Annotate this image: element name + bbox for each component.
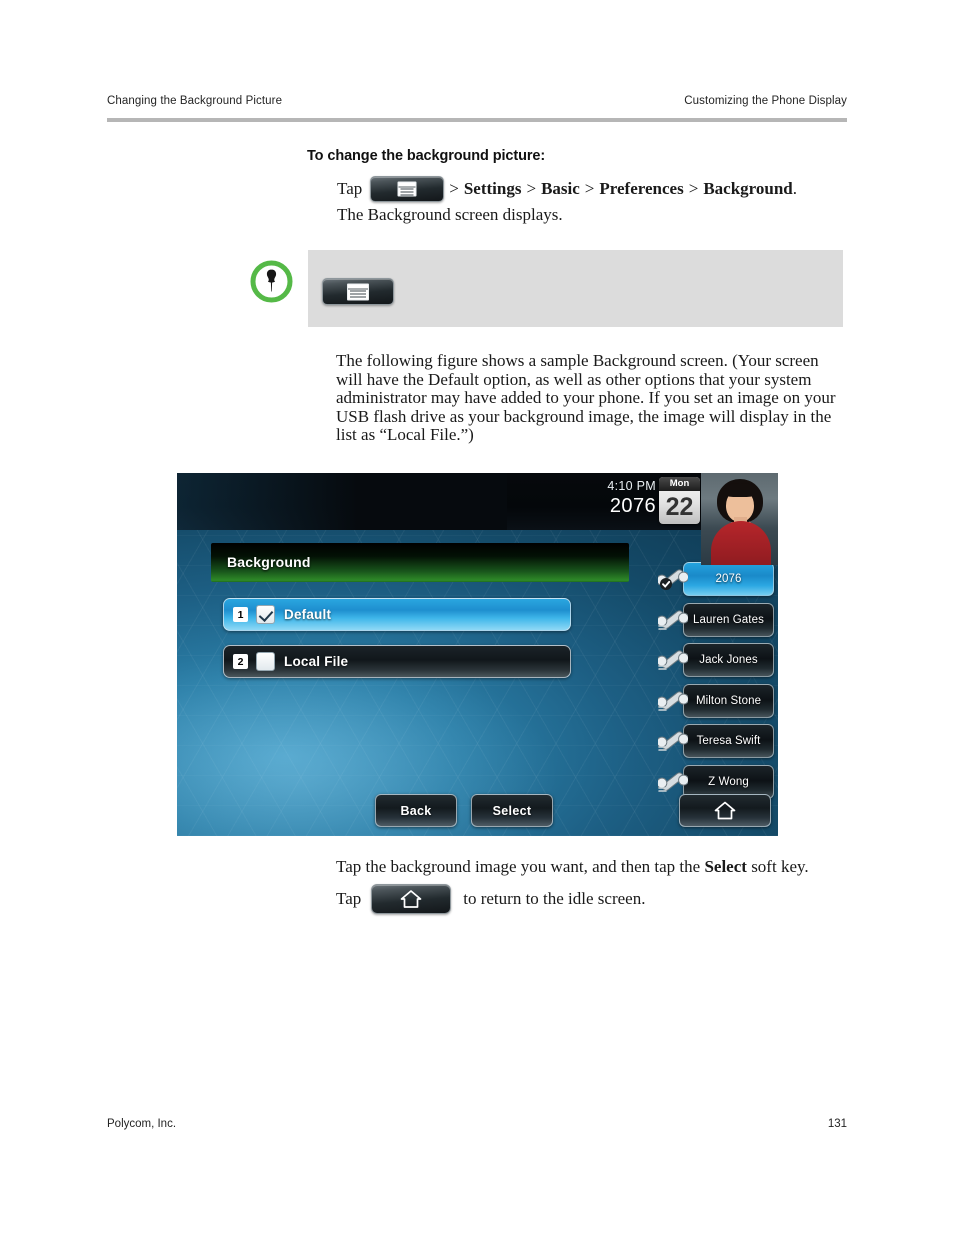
line-key-button[interactable]: Milton Stone xyxy=(683,683,774,718)
line-key-jack-jones[interactable]: Jack Jones xyxy=(656,643,778,677)
breadcrumb-separator-4: > xyxy=(688,179,699,198)
line-key-button[interactable]: Lauren Gates xyxy=(683,602,774,637)
calendar-icon: Mon 22 xyxy=(659,477,700,524)
calendar-weekday: Mon xyxy=(659,477,700,491)
select-button[interactable]: Select xyxy=(471,794,553,827)
handset-icon xyxy=(656,646,690,674)
breadcrumb-separator-2: > xyxy=(526,179,537,198)
soft-key-bar: Back Select xyxy=(177,794,778,830)
window-glyph-icon xyxy=(347,283,369,300)
list-item-label: Default xyxy=(284,607,332,622)
page-footer: Polycom, Inc. 131 xyxy=(107,1118,847,1130)
list-item-index: 2 xyxy=(233,654,248,669)
line-key-button[interactable]: Jack Jones xyxy=(683,643,774,677)
page-title: To change the background picture: xyxy=(307,148,546,164)
tap-label: Tap xyxy=(337,179,363,198)
breadcrumb-settings: Settings xyxy=(463,179,522,198)
breadcrumb-preferences: Preferences xyxy=(599,179,684,198)
breadcrumb-background: Background xyxy=(703,179,793,198)
home-key-icon[interactable] xyxy=(371,884,452,914)
body-paragraph: The following figure shows a sample Back… xyxy=(336,351,836,445)
line-key-teresa-swift[interactable]: Teresa Swift xyxy=(656,724,778,758)
header-right-title: Customizing the Phone Display xyxy=(684,95,847,107)
line-key-lauren-gates[interactable]: Lauren Gates xyxy=(656,602,778,637)
handset-registered-icon xyxy=(656,565,690,593)
menu-key-icon-note[interactable] xyxy=(322,278,394,305)
status-bar-gradient xyxy=(177,473,507,530)
checkbox-unchecked-icon[interactable] xyxy=(256,652,275,671)
header-divider xyxy=(107,118,847,122)
tap-label-2: Tap xyxy=(336,889,362,908)
screen-title-bar: Background xyxy=(211,543,629,582)
home-icon xyxy=(714,801,736,820)
back-button-label: Back xyxy=(400,803,432,818)
window-glyph-icon xyxy=(397,181,417,197)
line-key-label: Z Wong xyxy=(708,775,749,788)
phone-screen-figure: 4:10 PM 2076 Mon 22 Background 1 Default… xyxy=(177,473,778,836)
breadcrumb-period: . xyxy=(792,179,798,198)
closing-text-part1: Tap the background image you want, and t… xyxy=(336,857,705,876)
handset-icon xyxy=(656,727,690,755)
page-header: Changing the Background Picture Customiz… xyxy=(107,95,847,107)
calendar-day: 22 xyxy=(665,493,694,521)
navigation-path-line: Tap > Settings > Basic > Preferences > B… xyxy=(337,176,797,202)
checkbox-checked-icon[interactable] xyxy=(256,605,275,624)
status-extension: 2076 xyxy=(609,495,656,517)
breadcrumb-basic: Basic xyxy=(541,179,580,198)
list-item-index: 1 xyxy=(233,607,248,622)
page-number: 131 xyxy=(827,1118,847,1130)
closing-instruction-2: Tap to return to the idle screen. xyxy=(336,884,645,914)
footer-company: Polycom, Inc. xyxy=(107,1118,177,1130)
breadcrumb-separator-1: > xyxy=(449,179,459,198)
avatar xyxy=(701,473,778,565)
closing-instruction-1: Tap the background image you want, and t… xyxy=(336,857,809,877)
home-icon xyxy=(400,890,422,909)
line-key-label: Teresa Swift xyxy=(696,735,761,747)
handset-icon xyxy=(656,768,690,796)
line-key-milton-stone[interactable]: Milton Stone xyxy=(656,683,778,718)
line-key-2076[interactable]: 2076 xyxy=(656,562,778,596)
handset-icon xyxy=(656,606,690,634)
back-button[interactable]: Back xyxy=(375,794,457,827)
closing-select-bold: Select xyxy=(704,857,747,876)
line-key-column: 2076 Lauren Gates Jack Jones Milton Ston… xyxy=(656,562,778,805)
closing-text-part2: soft key. xyxy=(746,857,809,876)
list-item[interactable]: 2 Local File xyxy=(223,645,571,678)
screen-title-label: Background xyxy=(227,554,311,570)
list-item[interactable]: 1 Default xyxy=(223,598,571,631)
line-key-label: Milton Stone xyxy=(695,694,762,707)
line-key-label: 2076 xyxy=(715,573,742,585)
status-time: 4:10 PM xyxy=(607,479,656,493)
home-button[interactable] xyxy=(679,794,771,827)
line-key-button[interactable]: Teresa Swift xyxy=(683,724,774,758)
line-key-label: Lauren Gates xyxy=(693,613,764,626)
pushpin-icon xyxy=(249,259,294,304)
phone-status-bar: 4:10 PM 2076 Mon 22 xyxy=(177,473,778,530)
header-left-title: Changing the Background Picture xyxy=(107,95,283,107)
closing-text-rest: to return to the idle screen. xyxy=(463,889,646,908)
result-text: The Background screen displays. xyxy=(337,205,563,224)
select-button-label: Select xyxy=(492,803,532,818)
breadcrumb-separator-3: > xyxy=(584,179,595,198)
menu-key-icon[interactable] xyxy=(370,176,445,202)
list-item-label: Local File xyxy=(284,654,349,669)
handset-icon xyxy=(656,687,690,715)
line-key-button[interactable]: 2076 xyxy=(683,562,774,596)
line-key-label: Jack Jones xyxy=(699,654,758,666)
